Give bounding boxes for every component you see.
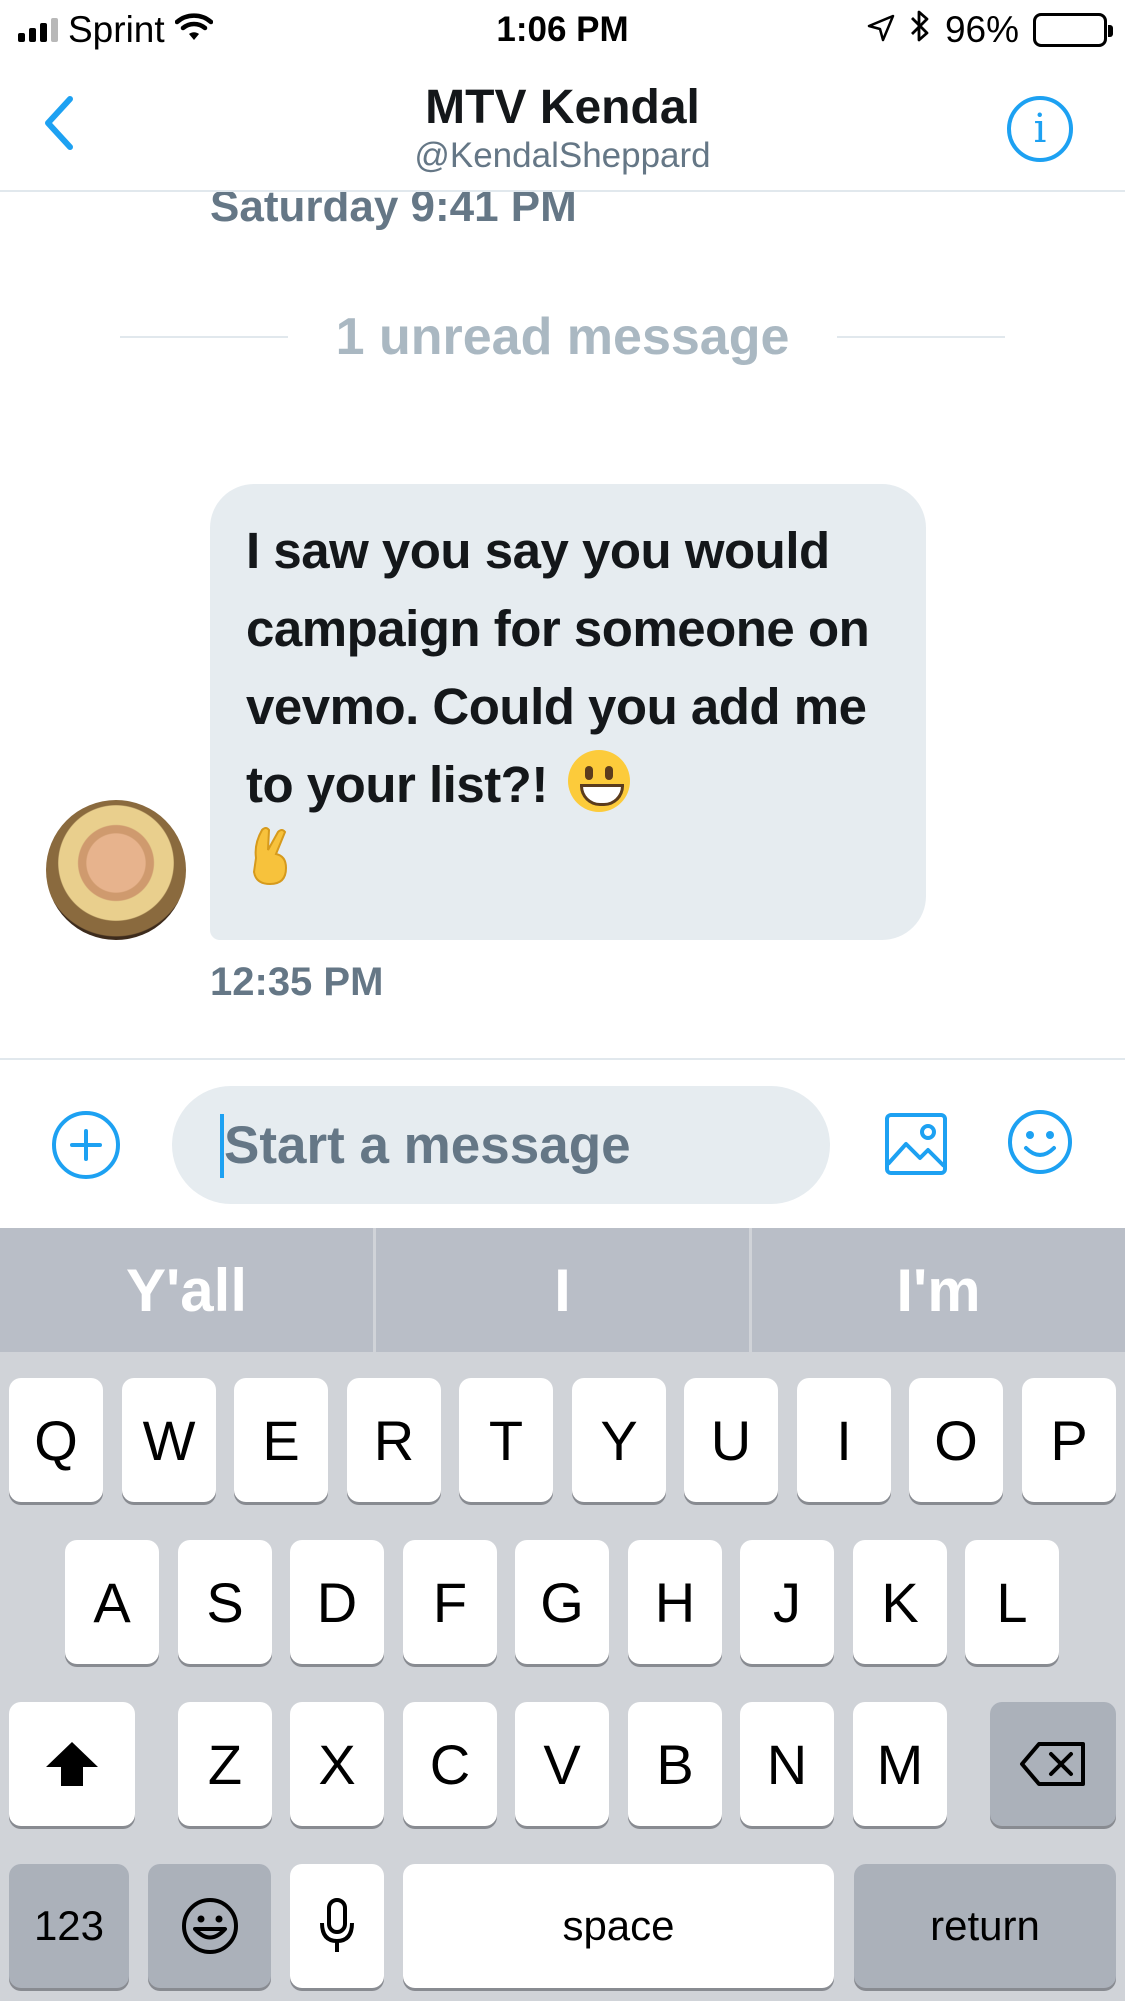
grinning-face-emoji [567, 750, 630, 812]
key-y[interactable]: Y [572, 1378, 666, 1502]
microphone-key[interactable] [290, 1864, 384, 1988]
backspace-icon [1020, 1742, 1085, 1786]
location-icon [867, 9, 895, 51]
key-i[interactable]: I [797, 1378, 891, 1502]
key-x[interactable]: X [290, 1702, 384, 1826]
key-s[interactable]: S [178, 1540, 272, 1664]
space-key[interactable]: space [403, 1864, 834, 1988]
key-c[interactable]: C [403, 1702, 497, 1826]
previous-timestamp: Saturday 9:41 PM [210, 192, 577, 231]
conversation-title[interactable]: MTV Kendal [0, 80, 1125, 135]
avatar[interactable] [46, 800, 186, 940]
key-p[interactable]: P [1022, 1378, 1116, 1502]
key-u[interactable]: U [684, 1378, 778, 1502]
key-z[interactable]: Z [178, 1702, 272, 1826]
key-n[interactable]: N [740, 1702, 834, 1826]
key-l[interactable]: L [965, 1540, 1059, 1664]
numbers-key[interactable]: 123 [9, 1864, 129, 1988]
crossed-fingers-emoji [246, 824, 294, 910]
key-b[interactable]: B [628, 1702, 722, 1826]
message-thread[interactable]: Saturday 9:41 PM 1 unread message I saw … [0, 192, 1125, 1058]
key-e[interactable]: E [234, 1378, 328, 1502]
key-v[interactable]: V [515, 1702, 609, 1826]
space-key-label: space [562, 1902, 675, 1949]
status-bar: Sprint 1:06 PM 96% [0, 0, 1125, 60]
prediction-item[interactable]: I [376, 1228, 749, 1352]
info-button[interactable]: i [1007, 96, 1073, 162]
key-f[interactable]: F [403, 1540, 497, 1664]
shift-key[interactable] [9, 1702, 135, 1826]
return-key-label: return [930, 1902, 1040, 1949]
key-j[interactable]: J [740, 1540, 834, 1664]
plus-icon [70, 1129, 102, 1161]
emoji-face-icon [181, 1898, 238, 1954]
message-placeholder: Start a message [224, 1115, 631, 1175]
prediction-item[interactable]: Y'all [0, 1228, 373, 1352]
message-composer: Start a message [0, 1058, 1125, 1228]
shift-arrow-icon [46, 1742, 98, 1786]
key-m[interactable]: M [853, 1702, 947, 1826]
message-bubble[interactable]: I saw you say you would campaign for som… [210, 484, 926, 940]
key-h[interactable]: H [628, 1540, 722, 1664]
keyboard: Y'all I I'm Q W E R T Y U I O P A S D F … [0, 1228, 1125, 2001]
key-r[interactable]: R [347, 1378, 441, 1502]
text-cursor [220, 1114, 224, 1178]
message-text: I saw you say you would campaign for som… [246, 522, 870, 813]
battery-percent: 96% [944, 9, 1019, 50]
image-icon [885, 1113, 947, 1175]
media-button[interactable] [884, 1112, 948, 1176]
key-a[interactable]: A [65, 1540, 159, 1664]
emoji-keyboard-key[interactable] [148, 1864, 271, 1988]
status-right: 96% [867, 8, 1113, 52]
key-t[interactable]: T [459, 1378, 553, 1502]
bluetooth-icon [909, 9, 931, 52]
message-timestamp: 12:35 PM [210, 960, 384, 1004]
emoji-button[interactable] [1006, 1108, 1074, 1176]
return-key[interactable]: return [854, 1864, 1116, 1988]
divider-line [120, 336, 288, 338]
prediction-item[interactable]: I'm [752, 1228, 1125, 1352]
battery-icon [1033, 13, 1113, 47]
predictive-bar: Y'all I I'm [0, 1228, 1125, 1352]
key-k[interactable]: K [853, 1540, 947, 1664]
add-attachment-button[interactable] [52, 1111, 120, 1179]
key-q[interactable]: Q [9, 1378, 103, 1502]
message-input[interactable]: Start a message [172, 1086, 830, 1204]
info-icon: i [1033, 106, 1047, 152]
numbers-key-label: 123 [33, 1902, 105, 1949]
key-o[interactable]: O [909, 1378, 1003, 1502]
unread-label: 1 unread message [335, 308, 790, 366]
smiley-icon [1008, 1110, 1072, 1174]
unread-divider: 1 unread message [120, 302, 1005, 372]
conversation-handle[interactable]: @KendalSheppard [0, 136, 1125, 176]
conversation-header: MTV Kendal @KendalSheppard i [0, 60, 1125, 192]
microphone-icon [320, 1898, 354, 1952]
key-d[interactable]: D [290, 1540, 384, 1664]
key-w[interactable]: W [122, 1378, 216, 1502]
divider-line [837, 336, 1005, 338]
backspace-key[interactable] [990, 1702, 1116, 1826]
key-g[interactable]: G [515, 1540, 609, 1664]
